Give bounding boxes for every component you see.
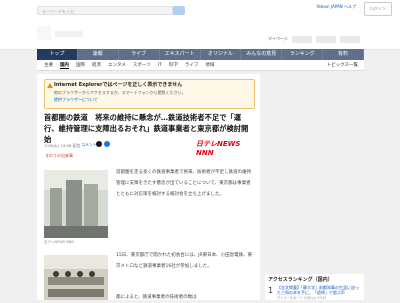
nav-opinion[interactable]: みんなの意見 [241,49,283,60]
warning-icon [47,83,53,88]
notice-title: Internet Explorerではページを正しく表示できません [54,82,183,88]
nav-original[interactable]: オリジナル [201,49,242,60]
logo-icon[interactable] [37,26,51,40]
top-links[interactable]: Yahoo! JAPAN ヘルプ [316,4,356,10]
login-button[interactable]: ログイン [364,2,392,16]
subnav-it[interactable]: IT [158,63,162,68]
sub-nav: 主要 国内 国際 経済 エンタメ スポーツ IT 科学 ライフ 地域 トピックス… [37,60,364,71]
subnav-local[interactable]: 地域 [205,62,214,68]
search-button[interactable] [173,6,185,15]
article-paragraph-1: 首都圏を走る多くの鉄道事業者で将来、技術者が不足し鉄道の維持管理に支障をきたす懸… [116,170,251,197]
subnav-entertainment[interactable]: エンタメ [108,62,126,68]
ranking-number: 1 [268,286,274,295]
header-placeholder-1 [292,36,312,43]
ranking-item-meta: デイリースポーツ 7/16(火) 17:43 [277,296,327,300]
image-credit: 日テレNEWS NNN [44,240,74,244]
publish-date: 7/16(火) 19:08 配信 [44,143,81,148]
subnav-economy[interactable]: 経済 [92,62,101,68]
x-share-icon[interactable] [96,141,102,147]
header-placeholder-2 [316,36,336,43]
mypage-button[interactable]: マイページ [268,36,288,44]
topics-list-link[interactable]: トピックス一覧 [327,62,358,68]
article-paragraph-2: 15日、東京都庁で開かれた初会合には、JR東日本、小田急電鉄、東京メトロなど鉄道… [116,253,253,269]
subnav-sports[interactable]: スポーツ [133,62,151,68]
ranking-item-link[interactable]: 【全文掲載】「静大学」前都知事の生涯に迫った三冊の本を手に、「追悼」で偲ぶ声 [277,285,361,295]
facebook-share-icon[interactable] [104,141,110,147]
nav-paid[interactable]: 有料 [323,49,364,60]
search-input[interactable]: キーワードを入力 [37,6,173,15]
comments-link[interactable]: コメント [81,142,97,148]
nav-live[interactable]: ライブ [119,49,160,60]
notice-link[interactable]: 提供ブラウザーについて [54,97,98,103]
article-image-graphic [44,170,108,238]
header-placeholder-3 [340,36,360,43]
logo-text[interactable] [55,31,83,37]
subnav-science[interactable]: 科学 [169,62,178,68]
article-paragraph-3: 都によると、鉄道事業者の技術者の数は [116,295,197,300]
subnav-international[interactable]: 国際 [76,62,85,68]
info-label: きのうの出来事 [45,153,135,161]
subnav-domestic[interactable]: 国内 [60,62,69,69]
publisher-logo[interactable]: 日テレNEWS NNN [196,139,254,157]
meeting-image-graphic [44,255,108,300]
nav-ranking[interactable]: ランキング [282,49,324,60]
subnav-main[interactable]: 主要 [44,62,53,68]
sidebar-ad-area [265,74,364,274]
nav-top[interactable]: トップ [37,49,78,60]
article-image[interactable] [44,170,108,238]
nav-expert[interactable]: エキスパート [160,49,201,60]
main-nav: トップ 速報 ライブ エキスパート オリジナル みんなの意見 ランキング 有料 [37,49,364,60]
subnav-life[interactable]: ライフ [185,62,199,68]
notice-body: 他のブラウザーからアクセスするか、スマートフォンから閲覧ください。 [54,90,186,95]
nav-breaking[interactable]: 速報 [78,49,119,60]
ranking-title: アクセスランキング（国内） [268,277,333,283]
article-image-2[interactable] [44,255,108,300]
